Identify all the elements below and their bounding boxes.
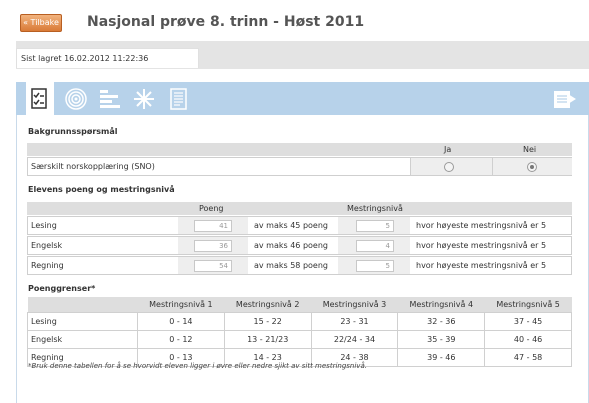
limits-footnote: *Bruk denne tabellen for å se hvorvidt e…: [28, 362, 367, 370]
col-points: Poeng: [199, 204, 224, 213]
background-header: Ja Nei: [27, 143, 572, 156]
checklist-icon[interactable]: [26, 82, 54, 115]
points-cell: 36: [178, 237, 248, 254]
col-level: Mestringsnivå: [347, 204, 403, 213]
level-cell: 5: [338, 217, 410, 234]
limits-cell: 32 - 36: [397, 311, 486, 331]
table-row: Lesing 0 - 14 15 - 22 23 - 31 32 - 36 37…: [27, 311, 572, 331]
points-field: 54: [194, 260, 232, 272]
points-field: 41: [194, 220, 232, 232]
level-description: hvor høyeste mestringsnivå er 5: [416, 221, 547, 230]
level-cell: 5: [338, 257, 410, 274]
sno-no-radio[interactable]: [527, 162, 537, 172]
limits-section-title: Poenggrenser*: [28, 284, 96, 293]
subject-label: Engelsk: [31, 241, 63, 250]
limits-table: Mestringsnivå 1 Mestringsnivå 2 Mestring…: [27, 297, 572, 367]
limits-cell: 0 - 12: [137, 329, 225, 349]
subject-label: Lesing: [31, 221, 57, 230]
limits-header-cell: Mestringsnivå 2: [224, 297, 312, 312]
points-cell: 41: [178, 217, 248, 234]
points-field: 36: [194, 240, 232, 252]
export-icon[interactable]: [549, 82, 577, 115]
last-saved-label: Sist lagret 16.02.2012 11:22:36: [16, 48, 199, 68]
score-row: Regning 54 av maks 58 poeng 5 hvor høyes…: [27, 256, 572, 275]
limits-cell: 35 - 39: [397, 329, 486, 349]
limits-header-cell: Mestringsnivå 4: [397, 297, 485, 312]
limits-header-cell: [27, 297, 138, 312]
limits-subject: Lesing: [27, 311, 138, 331]
limits-header-cell: Mestringsnivå 3: [311, 297, 398, 312]
limits-header-row: Mestringsnivå 1 Mestringsnivå 2 Mestring…: [27, 297, 572, 312]
limits-cell: 40 - 46: [484, 329, 572, 349]
level-field: 5: [356, 260, 394, 272]
limits-cell: 0 - 14: [137, 311, 225, 331]
limits-cell: 47 - 58: [484, 347, 572, 367]
max-points-label: av maks 45 poeng: [254, 221, 328, 230]
background-section-title: Bakgrunnsspørsmål: [28, 127, 118, 136]
toolbar: [16, 82, 589, 115]
bars-icon[interactable]: [95, 82, 123, 115]
question-label: Særskilt norskopplæring (SNO): [31, 162, 155, 171]
limits-cell: 13 - 21/23: [223, 329, 312, 349]
no-cell: [492, 158, 572, 175]
max-points-label: av maks 46 poeng: [254, 241, 328, 250]
max-points-label: av maks 58 poeng: [254, 261, 328, 270]
limits-cell: 22/24 - 34: [310, 329, 399, 349]
limits-cell: 37 - 45: [484, 311, 572, 331]
points-cell: 54: [178, 257, 248, 274]
background-row: Særskilt norskopplæring (SNO): [27, 157, 572, 176]
scores-section-title: Elevens poeng og mestringsnivå: [28, 185, 175, 194]
col-no: Nei: [523, 145, 537, 154]
page-title: Nasjonal prøve 8. trinn - Høst 2011: [87, 14, 365, 30]
limits-cell: 39 - 46: [397, 347, 486, 367]
level-description: hvor høyeste mestringsnivå er 5: [416, 261, 547, 270]
score-row: Lesing 41 av maks 45 poeng 5 hvor høyest…: [27, 216, 572, 235]
document-icon[interactable]: [165, 82, 193, 115]
limits-header-cell: Mestringsnivå 5: [484, 297, 572, 312]
col-yes: Ja: [444, 145, 452, 154]
scores-header: Poeng Mestringsnivå: [27, 202, 572, 215]
level-description: hvor høyeste mestringsnivå er 5: [416, 241, 547, 250]
yes-cell: [410, 158, 492, 175]
level-field: 4: [356, 240, 394, 252]
limits-cell: 23 - 31: [310, 311, 399, 331]
limits-header-cell: Mestringsnivå 1: [137, 297, 225, 312]
level-cell: 4: [338, 237, 410, 254]
subject-label: Regning: [31, 261, 64, 270]
back-button[interactable]: « Tilbake: [20, 14, 62, 32]
target-icon[interactable]: [61, 82, 89, 115]
level-field: 5: [356, 220, 394, 232]
score-row: Engelsk 36 av maks 46 poeng 4 hvor høyes…: [27, 236, 572, 255]
snowflake-icon[interactable]: [129, 82, 157, 115]
limits-subject: Engelsk: [27, 329, 138, 349]
sno-yes-radio[interactable]: [444, 162, 454, 172]
table-row: Engelsk 0 - 12 13 - 21/23 22/24 - 34 35 …: [27, 329, 572, 349]
limits-cell: 15 - 22: [223, 311, 312, 331]
